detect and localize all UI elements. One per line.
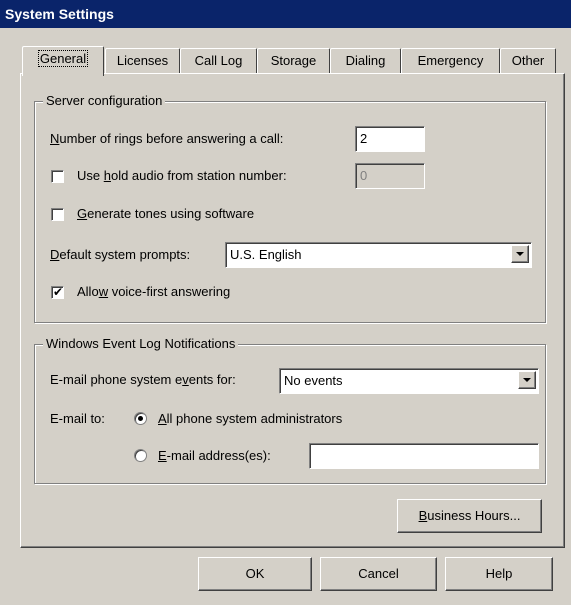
server-configuration-title: Server configuration bbox=[43, 93, 166, 109]
tab-emergency-label: Emergency bbox=[417, 53, 484, 68]
tab-panel-general: Server configuration Number of rings bef… bbox=[20, 73, 565, 548]
tab-other-label: Other bbox=[511, 53, 545, 68]
event-log-title: Windows Event Log Notifications bbox=[43, 336, 239, 352]
tab-strip: General Licenses Call Log Storage Dialin… bbox=[20, 40, 565, 76]
email-to-label: E-mail to: bbox=[50, 411, 105, 426]
system-settings-dialog: System Settings General Licenses Call Lo… bbox=[0, 0, 571, 605]
tab-call-log[interactable]: Call Log bbox=[180, 48, 257, 74]
tab-storage-label: Storage bbox=[270, 53, 317, 68]
generate-tones-label: Generate tones using software bbox=[77, 206, 254, 222]
tab-licenses-label: Licenses bbox=[116, 53, 169, 68]
default-prompts-label-post: efault system prompts: bbox=[59, 247, 191, 262]
event-log-group: Windows Event Log Notifications E-mail p… bbox=[34, 336, 546, 484]
help-button[interactable]: Help bbox=[445, 557, 553, 591]
tab-licenses[interactable]: Licenses bbox=[105, 48, 180, 74]
tab-general[interactable]: General bbox=[22, 46, 104, 76]
default-prompts-value: U.S. English bbox=[230, 247, 302, 262]
radio-email-address-label-accel: E bbox=[158, 448, 167, 463]
radio-email-address-label: E-mail address(es): bbox=[158, 448, 271, 464]
default-prompts-dropdown[interactable]: U.S. English bbox=[225, 242, 532, 268]
radio-selected-dot bbox=[138, 416, 143, 421]
tab-call-log-label: Call Log bbox=[194, 53, 243, 68]
business-hours-label-accel: B bbox=[418, 508, 428, 523]
window-title: System Settings bbox=[5, 6, 114, 22]
radio-email-address-label-post: -mail address(es): bbox=[166, 448, 271, 463]
hold-audio-label: Use hold audio from station number: bbox=[77, 168, 287, 184]
tab-dialing[interactable]: Dialing bbox=[330, 48, 401, 74]
generate-tones-label-post: enerate tones using software bbox=[87, 206, 255, 221]
checkmark-icon: ✔ bbox=[53, 285, 64, 299]
title-bar: System Settings bbox=[0, 0, 571, 28]
business-hours-button[interactable]: Business Hours... bbox=[397, 499, 542, 533]
generate-tones-label-accel: G bbox=[77, 206, 88, 221]
rings-input[interactable]: 2 bbox=[355, 126, 425, 152]
hold-audio-label-accel: h bbox=[103, 168, 111, 183]
generate-tones-checkbox[interactable] bbox=[51, 208, 64, 221]
rings-label-post: umber of rings before answering a call: bbox=[59, 131, 284, 146]
email-events-label-pre: E-mail phone system e bbox=[50, 372, 183, 387]
email-address-input[interactable] bbox=[309, 443, 539, 469]
voice-first-label-pre: Allo bbox=[77, 284, 99, 299]
default-prompts-label-accel: D bbox=[50, 247, 60, 262]
tab-other[interactable]: Other bbox=[500, 48, 556, 74]
voice-first-label-post: voice-first answering bbox=[108, 284, 231, 299]
email-events-dropdown[interactable]: No events bbox=[279, 368, 539, 394]
hold-audio-label-pre: Use bbox=[77, 168, 104, 183]
server-configuration-group: Server configuration Number of rings bef… bbox=[34, 93, 546, 323]
rings-label: Number of rings before answering a call: bbox=[50, 131, 283, 147]
dropdown-arrow-icon[interactable] bbox=[518, 371, 536, 389]
radio-all-admins-label: All phone system administrators bbox=[158, 411, 342, 427]
voice-first-label: Allow voice-first answering bbox=[77, 284, 230, 300]
email-events-label: E-mail phone system events for: bbox=[50, 372, 236, 388]
radio-all-admins-label-post: ll phone system administrators bbox=[166, 411, 343, 426]
default-prompts-label: Default system prompts: bbox=[50, 247, 190, 263]
business-hours-label-post: usiness Hours... bbox=[427, 508, 521, 523]
email-events-value: No events bbox=[284, 373, 343, 388]
hold-audio-station-input[interactable]: 0 bbox=[355, 163, 425, 189]
voice-first-checkbox[interactable]: ✔ bbox=[51, 285, 64, 299]
voice-first-label-accel: w bbox=[98, 284, 109, 299]
hold-audio-checkbox[interactable] bbox=[51, 170, 64, 183]
tab-dialing-label: Dialing bbox=[345, 53, 386, 68]
radio-email-address[interactable] bbox=[134, 449, 147, 462]
email-events-label-post: ents for: bbox=[188, 372, 236, 387]
cancel-button[interactable]: Cancel bbox=[320, 557, 437, 591]
tab-general-label: General bbox=[37, 50, 89, 67]
tab-emergency[interactable]: Emergency bbox=[401, 48, 500, 74]
ok-button[interactable]: OK bbox=[198, 557, 312, 591]
rings-label-accel: N bbox=[50, 131, 60, 146]
radio-all-admins[interactable] bbox=[134, 412, 147, 425]
dropdown-arrow-icon[interactable] bbox=[511, 245, 529, 263]
hold-audio-label-post: old audio from station number: bbox=[110, 168, 287, 183]
tab-storage[interactable]: Storage bbox=[257, 48, 330, 74]
radio-all-admins-label-accel: A bbox=[158, 411, 167, 426]
